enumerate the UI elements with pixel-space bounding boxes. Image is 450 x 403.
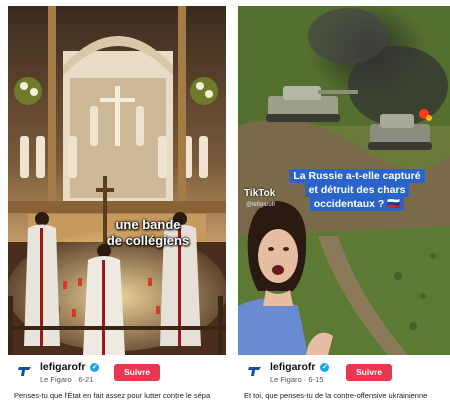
source-name: Le Figaro (40, 375, 72, 384)
separator: · (73, 375, 77, 384)
tiktok-logo-icon: TikTok (244, 188, 276, 199)
le-figaro-logo-icon[interactable] (16, 362, 34, 380)
verified-badge-icon: ✓ (320, 363, 330, 372)
verified-badge-icon: ✓ (90, 363, 100, 372)
video-caption: une bande de collégiens (78, 217, 218, 249)
account-handle[interactable]: lefigarofr (270, 361, 316, 373)
caption-line: La Russie a-t-elle capturé (289, 169, 425, 183)
source-name: Le Figaro (270, 375, 302, 384)
account-name[interactable]: lefigarofr ✓ (40, 361, 100, 373)
video-thumbnail-tanks[interactable]: TikTok @lefigarofr La Russie a-t-elle ca… (238, 6, 450, 355)
post-meta: Le Figaro · 6-21 (40, 375, 93, 384)
follow-button[interactable]: Suivre (346, 364, 392, 381)
post-info-bar: lefigarofr ✓ Le Figaro · 6-21 Suivre Pen… (8, 355, 226, 401)
video-thumbnail-church[interactable]: une bande de collégiens (8, 6, 226, 355)
post-meta: Le Figaro · 6-15 (270, 375, 323, 384)
separator: · (303, 375, 307, 384)
account-handle[interactable]: lefigarofr (40, 361, 86, 373)
caption-line: occidentaux ? 🇷🇺 (309, 197, 405, 211)
follow-button[interactable]: Suivre (114, 364, 160, 381)
video-card-right[interactable]: TikTok @lefigarofr La Russie a-t-elle ca… (238, 6, 450, 401)
post-info-bar: lefigarofr ✓ Le Figaro · 6-15 Suivre Et … (238, 355, 450, 401)
tiktok-feed-screenshot: une bande de collégiens lefigarofr ✓ Le … (0, 0, 450, 403)
video-caption: La Russie a-t-elle capturé et détruit de… (282, 169, 432, 211)
church-altar-illustration (8, 6, 226, 355)
post-date: 6-15 (308, 375, 324, 384)
le-figaro-logo-icon[interactable] (246, 362, 264, 380)
caption-line: et détruit des chars (304, 183, 410, 197)
tiktok-watermark-user: @lefigarofr (246, 202, 276, 208)
account-name[interactable]: lefigarofr ✓ (270, 361, 330, 373)
caption-line: de collégiens (106, 233, 190, 248)
post-date: 6-21 (78, 375, 94, 384)
caption-line: une bande (115, 217, 181, 232)
post-description: Et toi, que penses-tu de la contre-offen… (244, 391, 428, 400)
video-card-left[interactable]: une bande de collégiens lefigarofr ✓ Le … (8, 6, 226, 401)
post-description: Penses-tu que l'État en fait assez pour … (14, 391, 211, 400)
